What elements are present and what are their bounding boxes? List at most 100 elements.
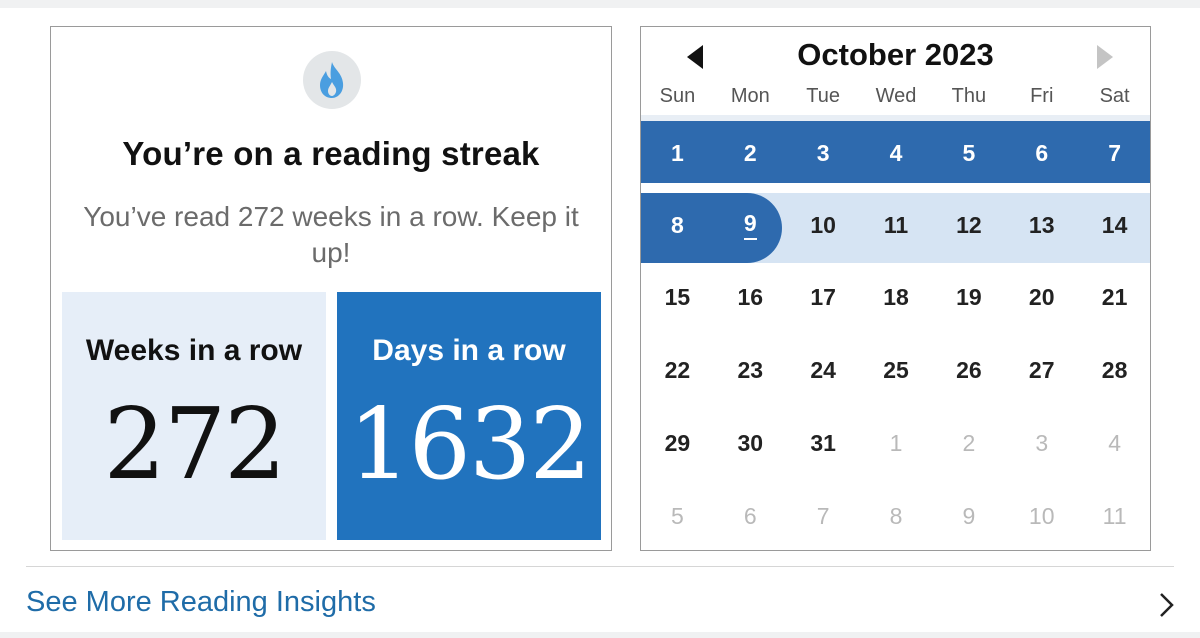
calendar-day-today[interactable]: 9 xyxy=(714,189,787,261)
bottom-divider-strip xyxy=(0,632,1200,638)
calendar-day[interactable]: 16 xyxy=(714,261,787,333)
calendar-day[interactable]: 29 xyxy=(641,407,714,479)
calendar-day-number: 21 xyxy=(1101,283,1128,310)
calendar-day-number: 11 xyxy=(1102,502,1127,529)
calendar-day[interactable]: 17 xyxy=(787,261,860,333)
calendar-day[interactable]: 7 xyxy=(1078,117,1150,189)
weekday-header: Sun Mon Tue Wed Thu Fri Sat xyxy=(641,85,1150,109)
calendar-day-number: 13 xyxy=(1028,211,1055,238)
calendar-day[interactable]: 23 xyxy=(714,334,787,406)
calendar-day-number: 27 xyxy=(1028,356,1055,383)
calendar-day-number: 26 xyxy=(956,356,982,383)
calendar-day-number: 14 xyxy=(1101,211,1128,238)
calendar-day-number: 17 xyxy=(810,283,836,310)
calendar-day[interactable]: 12 xyxy=(932,189,1005,261)
calendar-day-number: 16 xyxy=(737,283,764,310)
calendar-day-number: 9 xyxy=(962,502,976,529)
calendar-day-number: 1 xyxy=(671,139,684,166)
next-month-button[interactable] xyxy=(1091,43,1119,71)
days-label: Days in a row xyxy=(372,334,566,367)
calendar-day[interactable]: 1 xyxy=(641,117,714,189)
calendar-day[interactable]: 13 xyxy=(1005,189,1078,261)
calendar-day[interactable]: 8 xyxy=(641,189,714,261)
calendar-day[interactable]: 15 xyxy=(641,261,714,333)
calendar-day[interactable]: 30 xyxy=(714,407,787,479)
calendar-day[interactable]: 4 xyxy=(860,117,933,189)
weekday-sat: Sat xyxy=(1099,85,1130,107)
calendar-day-number: 1 xyxy=(889,429,903,456)
calendar-day[interactable]: 24 xyxy=(787,334,860,406)
reading-streak-card: You’re on a reading streak You’ve read 2… xyxy=(50,26,612,551)
calendar-day[interactable]: 19 xyxy=(932,261,1005,333)
calendar-day[interactable]: 10 xyxy=(1005,480,1078,550)
calendar-day[interactable]: 5 xyxy=(932,117,1005,189)
chevron-right-icon[interactable] xyxy=(1158,592,1176,618)
calendar-day-number: 5 xyxy=(962,139,976,166)
calendar-day-number: 30 xyxy=(737,429,764,456)
calendar-day-number: 7 xyxy=(1108,139,1121,166)
calendar-day[interactable]: 18 xyxy=(860,261,933,333)
calendar-day-number: 6 xyxy=(743,502,757,529)
calendar-day[interactable]: 9 xyxy=(932,480,1005,550)
calendar-day[interactable]: 26 xyxy=(932,334,1005,406)
footer-divider xyxy=(26,566,1174,567)
calendar-day[interactable]: 3 xyxy=(1005,407,1078,479)
triangle-right-icon xyxy=(1097,45,1113,69)
calendar-day-number: 23 xyxy=(737,356,764,383)
calendar-day[interactable]: 7 xyxy=(787,480,860,550)
weekday-wed: Wed xyxy=(875,85,917,107)
weekday-mon: Mon xyxy=(730,85,770,107)
calendar-day[interactable]: 25 xyxy=(860,334,933,406)
calendar-day-number: 2 xyxy=(962,429,976,456)
calendar-day[interactable]: 20 xyxy=(1005,261,1078,333)
calendar-week-row: 22 23 24 25 26 27 28 xyxy=(641,334,1150,406)
calendar-day-number: 4 xyxy=(889,139,903,166)
calendar-day-number: 11 xyxy=(883,211,909,238)
month-title: October 2023 xyxy=(797,37,994,72)
calendar-day[interactable]: 22 xyxy=(641,334,714,406)
calendar-day[interactable]: 10 xyxy=(787,189,860,261)
flame-badge xyxy=(303,51,361,109)
calendar-day[interactable]: 28 xyxy=(1078,334,1150,406)
calendar-day[interactable]: 5 xyxy=(641,480,714,550)
calendar-day[interactable]: 11 xyxy=(1078,480,1150,550)
calendar-day[interactable]: 3 xyxy=(787,117,860,189)
calendar-day[interactable]: 21 xyxy=(1078,261,1150,333)
calendar-day-number: 31 xyxy=(810,429,836,456)
calendar-day-number: 5 xyxy=(671,502,684,529)
weekday-thu: Thu xyxy=(951,85,987,107)
calendar-week-row: 29 30 31 1 2 3 4 xyxy=(641,407,1150,479)
calendar-day-number: 28 xyxy=(1101,356,1128,383)
calendar-day[interactable]: 6 xyxy=(714,480,787,550)
calendar-day[interactable]: 1 xyxy=(860,407,933,479)
see-more-insights-link[interactable]: See More Reading Insights xyxy=(26,586,376,619)
calendar-day-number: 6 xyxy=(1035,139,1049,166)
calendar-day-number: 29 xyxy=(664,429,691,456)
weekday-sun: Sun xyxy=(659,85,696,107)
calendar-day[interactable]: 11 xyxy=(860,189,933,261)
days-value: 1632 xyxy=(348,388,591,502)
calendar-day-number: 10 xyxy=(1028,502,1055,529)
streak-message: You’ve read 272 weeks in a row. Keep it … xyxy=(83,201,579,268)
calendar-day-number: 3 xyxy=(1035,429,1049,456)
weeks-value: 272 xyxy=(103,388,286,502)
calendar-day[interactable]: 14 xyxy=(1078,189,1150,261)
calendar-week-row: 15 16 17 18 19 20 21 xyxy=(641,261,1150,333)
calendar-day[interactable]: 8 xyxy=(860,480,933,550)
calendar-day-number: 9 xyxy=(743,210,757,240)
calendar-day-number: 8 xyxy=(889,502,903,529)
calendar-day[interactable]: 2 xyxy=(932,407,1005,479)
top-divider-strip xyxy=(0,0,1200,8)
days-in-a-row-box: Days in a row 1632 xyxy=(337,292,601,540)
calendar-day[interactable]: 27 xyxy=(1005,334,1078,406)
calendar-card: October 2023 Sun Mon Tue Wed Thu Fri Sat 12345… xyxy=(640,26,1151,551)
weeks-label: Weeks in a row xyxy=(85,334,303,367)
calendar-week-row: 1 2 3 4 5 6 7 xyxy=(641,117,1150,189)
calendar-day[interactable]: 31 xyxy=(787,407,860,479)
calendar-day[interactable]: 2 xyxy=(714,117,787,189)
calendar-day[interactable]: 6 xyxy=(1005,117,1078,189)
calendar-day-number: 4 xyxy=(1108,429,1121,456)
calendar-day[interactable]: 4 xyxy=(1078,407,1150,479)
weekday-tue: Tue xyxy=(806,85,841,107)
calendar-day-number: 22 xyxy=(664,356,691,383)
